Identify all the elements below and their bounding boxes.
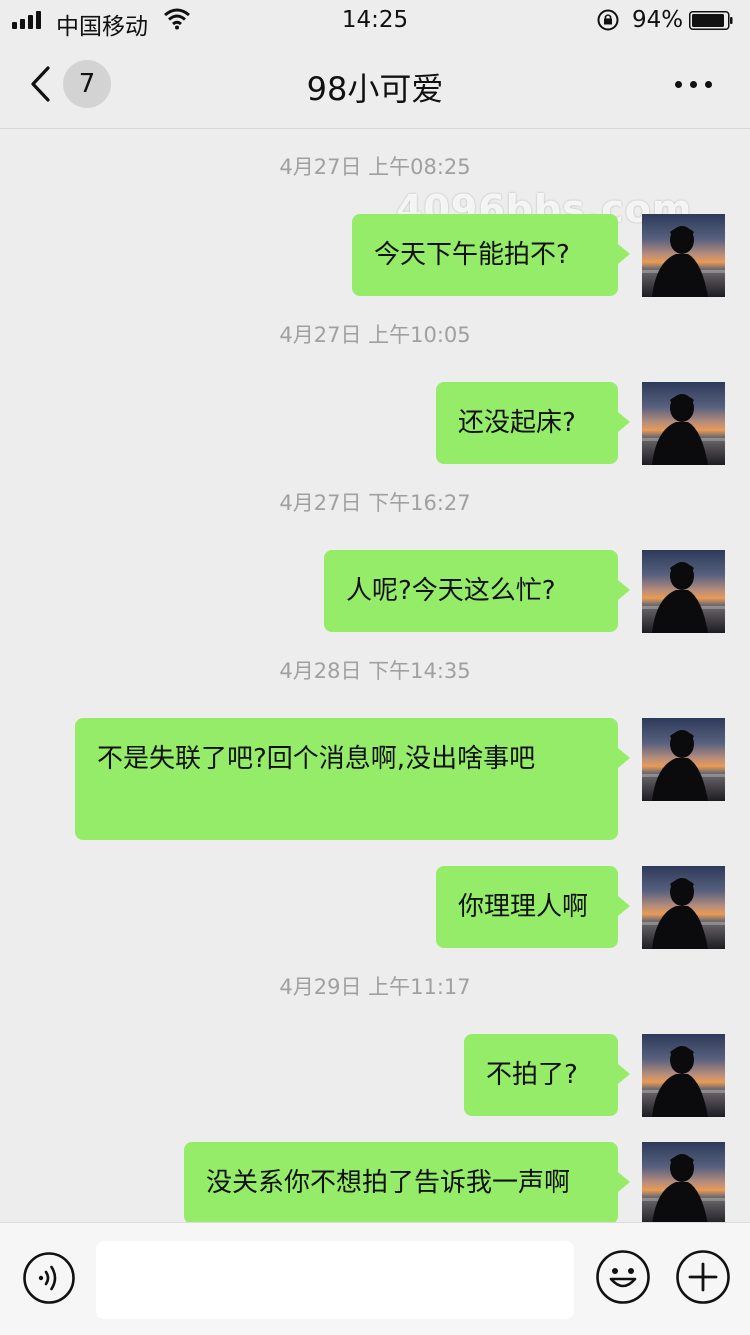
input-bar xyxy=(0,1222,750,1335)
user-avatar[interactable] xyxy=(642,1142,725,1222)
emoji-icon[interactable] xyxy=(595,1249,651,1305)
message-list[interactable]: 4月27日 上午08:25 4096bbs.com 今天下午能拍不? 4月27日… xyxy=(0,129,750,1222)
user-avatar[interactable] xyxy=(642,1034,725,1117)
message-bubble[interactable]: 人呢?今天这么忙? xyxy=(324,550,630,632)
message-timestamp: 4月27日 上午10:05 xyxy=(279,323,471,347)
user-avatar[interactable] xyxy=(642,866,725,949)
chat-header: 7 98小可爱 xyxy=(0,40,750,129)
message-timestamp: 4月28日 下午14:35 xyxy=(279,659,471,683)
chat-title: 98小可爱 xyxy=(306,70,444,108)
message-input[interactable] xyxy=(96,1241,574,1319)
voice-icon[interactable] xyxy=(22,1251,76,1305)
message-timestamp: 4月27日 上午08:25 xyxy=(279,155,471,179)
more-options-icon[interactable] xyxy=(672,72,716,96)
message-bubble[interactable]: 没关系你不想拍了告诉我一声啊 xyxy=(184,1142,630,1222)
rotation-lock-icon xyxy=(597,9,619,31)
message-bubble[interactable]: 不是失联了吧?回个消息啊,没出啥事吧 xyxy=(75,718,630,840)
message-bubble[interactable]: 还没起床? xyxy=(436,382,630,464)
battery-icon xyxy=(689,11,733,30)
message-bubble[interactable]: 今天下午能拍不? xyxy=(352,214,630,296)
user-avatar[interactable] xyxy=(642,550,725,633)
status-bar: 中国移动 14:25 94% xyxy=(0,0,750,40)
message-bubble[interactable]: 不拍了? xyxy=(464,1034,630,1116)
user-avatar[interactable] xyxy=(642,382,725,465)
message-timestamp: 4月27日 下午16:27 xyxy=(279,491,471,515)
message-bubble[interactable]: 你理理人啊 xyxy=(436,866,630,948)
user-avatar[interactable] xyxy=(642,718,725,801)
user-avatar[interactable] xyxy=(642,214,725,297)
plus-icon[interactable] xyxy=(675,1249,731,1305)
message-timestamp: 4月29日 上午11:17 xyxy=(279,975,471,999)
battery-percent: 94% xyxy=(632,7,684,33)
